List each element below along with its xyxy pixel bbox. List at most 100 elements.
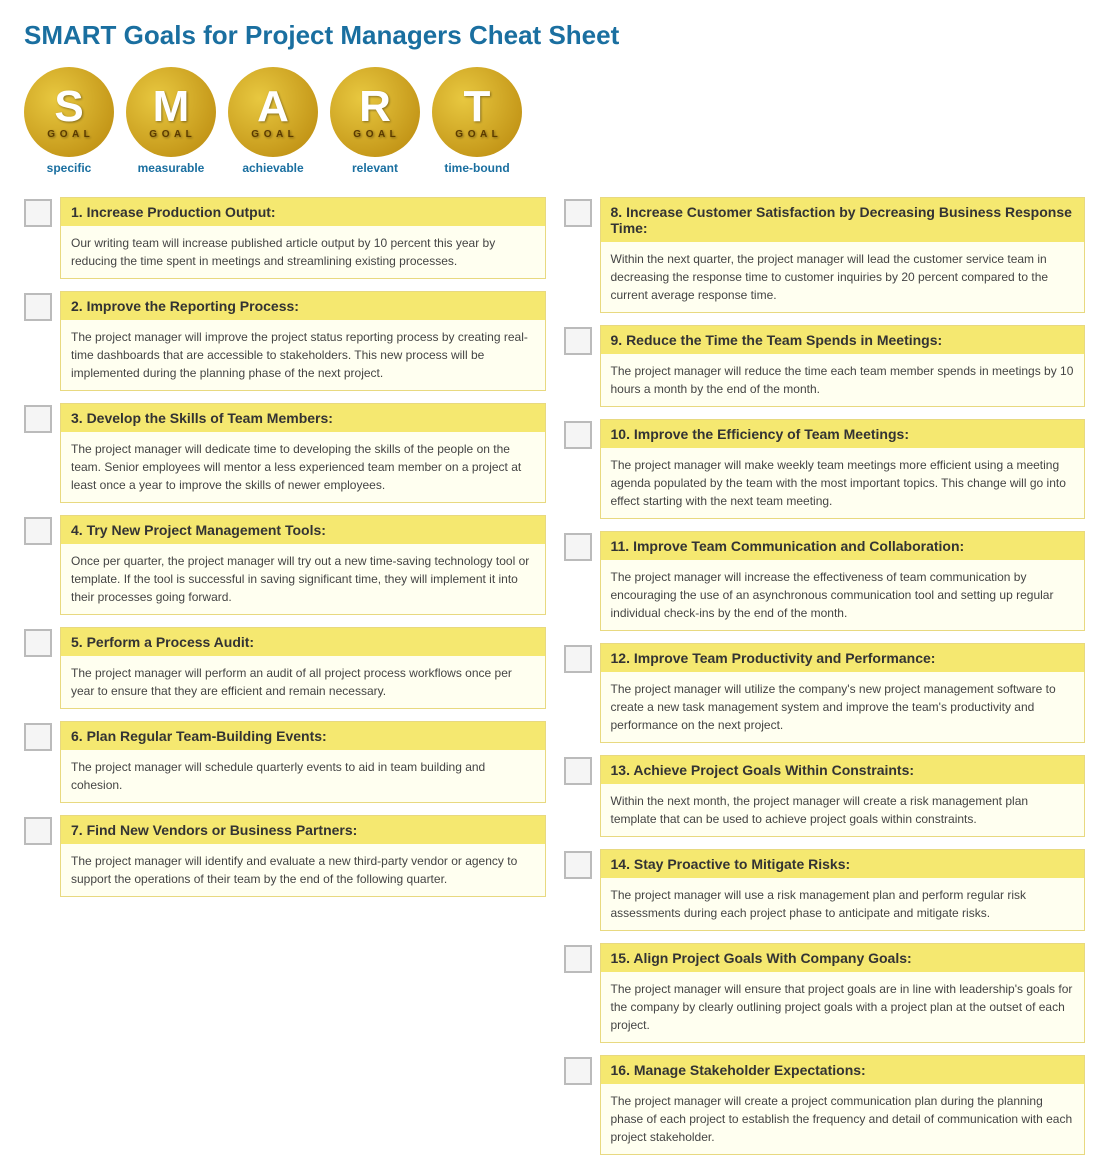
goal-checkbox[interactable] — [564, 645, 592, 673]
goal-item: 11. Improve Team Communication and Colla… — [564, 531, 1086, 631]
goal-checkbox[interactable] — [24, 199, 52, 227]
goal-card: 13. Achieve Project Goals Within Constra… — [600, 755, 1086, 837]
smart-label: specific — [24, 161, 114, 175]
goal-card: 16. Manage Stakeholder Expectations:The … — [600, 1055, 1086, 1155]
goal-body: The project manager will schedule quarte… — [61, 750, 545, 802]
smart-banner: S G O A L specific M G O A L measurable … — [24, 67, 1085, 175]
goal-item: 15. Align Project Goals With Company Goa… — [564, 943, 1086, 1043]
goal-header: 4. Try New Project Management Tools: — [61, 516, 545, 544]
left-column: 1. Increase Production Output:Our writin… — [24, 197, 546, 1155]
smart-label: achievable — [228, 161, 318, 175]
goal-body: The project manager will ensure that pro… — [601, 972, 1085, 1042]
goal-header: 14. Stay Proactive to Mitigate Risks: — [601, 850, 1085, 878]
goal-checkbox[interactable] — [24, 817, 52, 845]
smart-label: time-bound — [432, 161, 522, 175]
smart-circle-relevant: R G O A L — [330, 67, 420, 157]
goal-card: 6. Plan Regular Team-Building Events:The… — [60, 721, 546, 803]
goal-item: 9. Reduce the Time the Team Spends in Me… — [564, 325, 1086, 407]
goal-item: 7. Find New Vendors or Business Partners… — [24, 815, 546, 897]
goal-item: 6. Plan Regular Team-Building Events:The… — [24, 721, 546, 803]
goal-card: 7. Find New Vendors or Business Partners… — [60, 815, 546, 897]
goal-item: 10. Improve the Efficiency of Team Meeti… — [564, 419, 1086, 519]
goal-card: 2. Improve the Reporting Process:The pro… — [60, 291, 546, 391]
goal-checkbox[interactable] — [24, 517, 52, 545]
goal-body: The project manager will utilize the com… — [601, 672, 1085, 742]
goal-checkbox[interactable] — [564, 421, 592, 449]
goal-card: 15. Align Project Goals With Company Goa… — [600, 943, 1086, 1043]
goal-checkbox[interactable] — [564, 757, 592, 785]
goal-header: 7. Find New Vendors or Business Partners… — [61, 816, 545, 844]
goal-checkbox[interactable] — [564, 851, 592, 879]
goal-item: 16. Manage Stakeholder Expectations:The … — [564, 1055, 1086, 1155]
goal-body: Within the next quarter, the project man… — [601, 242, 1085, 312]
goal-item: 12. Improve Team Productivity and Perfor… — [564, 643, 1086, 743]
goal-card: 1. Increase Production Output:Our writin… — [60, 197, 546, 279]
goal-header: 13. Achieve Project Goals Within Constra… — [601, 756, 1085, 784]
smart-circle-specific: S G O A L — [24, 67, 114, 157]
goal-header: 5. Perform a Process Audit: — [61, 628, 545, 656]
smart-letter: M — [153, 85, 190, 129]
goal-card: 10. Improve the Efficiency of Team Meeti… — [600, 419, 1086, 519]
goal-header: 2. Improve the Reporting Process: — [61, 292, 545, 320]
goal-item: 4. Try New Project Management Tools:Once… — [24, 515, 546, 615]
goal-card: 5. Perform a Process Audit:The project m… — [60, 627, 546, 709]
goal-body: The project manager will reduce the time… — [601, 354, 1085, 406]
goal-header: 3. Develop the Skills of Team Members: — [61, 404, 545, 432]
goal-card: 9. Reduce the Time the Team Spends in Me… — [600, 325, 1086, 407]
smart-item-time-bound: T G O A L time-bound — [432, 67, 522, 175]
page-title: SMART Goals for Project Managers Cheat S… — [24, 20, 1085, 51]
goal-item: 8. Increase Customer Satisfaction by Dec… — [564, 197, 1086, 313]
goal-body: The project manager will create a projec… — [601, 1084, 1085, 1154]
goal-header: 15. Align Project Goals With Company Goa… — [601, 944, 1085, 972]
smart-sub: G O A L — [47, 129, 90, 140]
smart-item-specific: S G O A L specific — [24, 67, 114, 175]
goal-header: 11. Improve Team Communication and Colla… — [601, 532, 1085, 560]
goal-body: Within the next month, the project manag… — [601, 784, 1085, 836]
goal-checkbox[interactable] — [564, 1057, 592, 1085]
goal-body: The project manager will make weekly tea… — [601, 448, 1085, 518]
smart-letter: T — [464, 85, 491, 129]
goal-body: The project manager will use a risk mana… — [601, 878, 1085, 930]
goal-item: 5. Perform a Process Audit:The project m… — [24, 627, 546, 709]
smart-circle-achievable: A G O A L — [228, 67, 318, 157]
smart-letter: S — [54, 85, 83, 129]
goal-checkbox[interactable] — [564, 327, 592, 355]
goal-body: The project manager will improve the pro… — [61, 320, 545, 390]
goal-checkbox[interactable] — [24, 405, 52, 433]
goal-checkbox[interactable] — [564, 533, 592, 561]
goal-body: The project manager will increase the ef… — [601, 560, 1085, 630]
goal-body: The project manager will identify and ev… — [61, 844, 545, 896]
smart-sub: G O A L — [149, 129, 192, 140]
goal-checkbox[interactable] — [24, 629, 52, 657]
goal-header: 16. Manage Stakeholder Expectations: — [601, 1056, 1085, 1084]
smart-sub: G O A L — [251, 129, 294, 140]
goal-checkbox[interactable] — [24, 293, 52, 321]
goal-card: 8. Increase Customer Satisfaction by Dec… — [600, 197, 1086, 313]
right-column: 8. Increase Customer Satisfaction by Dec… — [564, 197, 1086, 1155]
smart-letter: A — [257, 85, 289, 129]
goal-header: 1. Increase Production Output: — [61, 198, 545, 226]
content-area: 1. Increase Production Output:Our writin… — [24, 197, 1085, 1155]
goal-item: 2. Improve the Reporting Process:The pro… — [24, 291, 546, 391]
smart-item-measurable: M G O A L measurable — [126, 67, 216, 175]
goal-card: 12. Improve Team Productivity and Perfor… — [600, 643, 1086, 743]
smart-letter: R — [359, 85, 391, 129]
goal-item: 3. Develop the Skills of Team Members:Th… — [24, 403, 546, 503]
goal-body: Once per quarter, the project manager wi… — [61, 544, 545, 614]
goal-header: 10. Improve the Efficiency of Team Meeti… — [601, 420, 1085, 448]
smart-sub: G O A L — [455, 129, 498, 140]
goal-card: 3. Develop the Skills of Team Members:Th… — [60, 403, 546, 503]
goal-header: 6. Plan Regular Team-Building Events: — [61, 722, 545, 750]
goal-checkbox[interactable] — [564, 945, 592, 973]
goal-card: 14. Stay Proactive to Mitigate Risks:The… — [600, 849, 1086, 931]
goal-checkbox[interactable] — [24, 723, 52, 751]
goal-header: 9. Reduce the Time the Team Spends in Me… — [601, 326, 1085, 354]
goal-body: The project manager will perform an audi… — [61, 656, 545, 708]
smart-sub: G O A L — [353, 129, 396, 140]
goal-card: 11. Improve Team Communication and Colla… — [600, 531, 1086, 631]
goal-checkbox[interactable] — [564, 199, 592, 227]
smart-item-achievable: A G O A L achievable — [228, 67, 318, 175]
goal-body: Our writing team will increase published… — [61, 226, 545, 278]
smart-label: measurable — [126, 161, 216, 175]
goal-item: 14. Stay Proactive to Mitigate Risks:The… — [564, 849, 1086, 931]
